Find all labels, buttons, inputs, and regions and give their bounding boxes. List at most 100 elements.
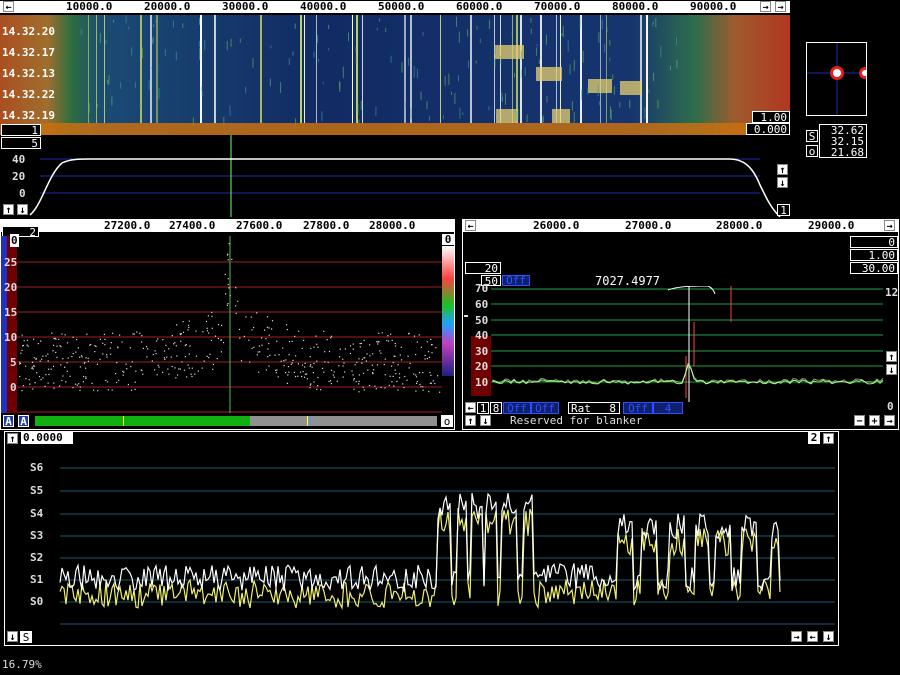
waterfall-noise [538,59,540,64]
baseband-point [298,330,300,332]
baseband-a1-button[interactable]: A [3,415,14,428]
hires-box-8[interactable]: 8 [490,402,502,414]
hires-rat-box[interactable]: Rat 8 [568,402,620,414]
baseband-point [394,345,397,347]
waterfall-noise [131,47,133,56]
hires-count-box[interactable]: 20 [465,262,501,274]
spectrum-right-up-arrow[interactable]: ↑ [777,164,788,176]
waterfall-noise [280,82,282,93]
baseband-point [184,356,186,358]
baseband-point [26,344,28,346]
hires-val-4-box[interactable]: 4 [653,402,683,414]
hires-off-toggle[interactable]: Off [502,275,530,286]
baseband-point [21,334,23,336]
smeter-graph-right-up-arrow[interactable]: ↑ [823,433,834,445]
hires-display[interactable]: 70 60 50 40 30 20 10 12 0 [463,282,898,413]
spectrum-display[interactable]: 40 20 0 [0,135,790,218]
hires-off-toggle-2[interactable]: Off [531,402,559,414]
waterfall-streak [150,15,152,123]
waterfall-left-arrow[interactable]: ← [3,1,14,13]
baseband-point [126,368,128,370]
hires-bottom-up-arrow[interactable]: ↑ [465,415,476,427]
baseband-point [376,341,378,343]
baseband-point [282,347,284,349]
hires-plus-button[interactable]: + [869,415,880,427]
waterfall-zoom-in-arrow[interactable]: → [760,1,771,13]
hires-down-arrow[interactable]: ↓ [886,364,897,376]
smeter-graph-display[interactable]: S6 S5 S4 S3 S2 S1 S0 [5,446,837,629]
baseband-point [44,385,46,387]
smeter-o-toggle[interactable]: o [806,145,818,157]
hires-off-toggle-1[interactable]: Off [503,402,531,414]
smeter-graph-right-box[interactable]: 2 [808,432,820,444]
hires-bottom-right-arrow[interactable]: → [884,415,895,427]
hires-box-1[interactable]: 1 [477,402,489,414]
baseband-point [53,382,55,384]
baseband-colorbar-top-box[interactable]: 0 [442,234,454,245]
waterfall-zero-box[interactable]: 0.000 [746,123,790,135]
waterfall-noise [120,82,122,89]
smeter-graph-right-arrow[interactable]: → [791,631,802,643]
baseband-o-button[interactable]: o [441,415,453,427]
baseband-point [330,337,332,339]
waterfall-gain-box[interactable]: 1.00 [752,111,790,123]
smeter-graph-s-button[interactable]: S [20,631,32,643]
waterfall-noise [107,80,109,85]
spectrum-down-arrow[interactable]: ↓ [17,204,28,216]
hires-minus-button[interactable]: − [854,415,865,427]
waterfall-noise [328,24,330,29]
baseband-point [313,346,315,348]
smeter-graph-down-arrow-right[interactable]: ↓ [823,631,834,643]
baseband-point [188,367,190,369]
baseband-point [211,327,213,329]
baseband-point [65,381,67,383]
hires-bottom-down-arrow[interactable]: ↓ [480,415,491,427]
baseband-point [32,368,34,370]
hires-up-arrow[interactable]: ↑ [886,351,897,363]
baseband-a2-button[interactable]: A [18,415,29,428]
baseband-point [422,372,424,374]
hires-right-arrow[interactable]: → [884,220,895,232]
baseband-display[interactable]: 0 25 20 15 10 5 0 0 [1,234,454,413]
waterfall-right-arrow[interactable]: → [775,1,786,13]
baseband-point [39,360,41,362]
baseband-point [342,376,344,378]
waterfall-streak [352,15,353,123]
baseband-point [183,369,186,371]
smeter-graph-down-arrow[interactable]: ↓ [7,631,18,643]
waterfall-noise [88,102,90,114]
waterfall-display[interactable]: 14.32.20 14.32.17 14.32.13 14.32.22 14.3… [0,15,790,135]
spectrum-right-down-arrow[interactable]: ↓ [777,177,788,189]
hires-bottom-left-arrow[interactable]: ← [465,402,476,414]
baseband-point [265,369,267,371]
baseband-point [85,377,87,379]
smeter-graph-up-arrow[interactable]: ↑ [7,433,18,445]
baseband-point [321,367,324,369]
baseband-point [310,383,312,385]
hires-gain-box-1[interactable]: 1.00 [850,249,898,261]
baseband-point [430,374,432,376]
baseband-point [118,379,120,381]
smeter-s-toggle[interactable]: S [806,130,818,142]
hires-off-toggle-3[interactable]: Off [623,402,653,414]
baseband-point [105,379,107,381]
baseband-point [129,347,131,349]
baseband-point [102,353,104,355]
baseband-point [87,357,89,359]
hires-span-box[interactable]: 30.00 [850,262,898,274]
hires-top-zero-box[interactable]: 0 [850,236,898,248]
baseband-point [428,391,430,393]
smeter-graph-left-arrow[interactable]: ← [807,631,818,643]
hires-left-arrow[interactable]: ← [465,220,476,232]
baseband-point [290,363,292,365]
waterfall-noise [390,55,392,63]
waterfall-streak [316,15,317,123]
baseband-point [253,346,255,348]
baseband-point [77,347,79,349]
baseband-point [21,390,23,392]
smeter-graph-value-box[interactable]: 0.0000 [21,432,73,444]
baseband-level-bar[interactable] [35,416,437,426]
spectrum-up-arrow[interactable]: ↑ [3,204,14,216]
baseband-point [168,348,170,350]
spectrum-right-box[interactable]: 1 [777,204,790,216]
